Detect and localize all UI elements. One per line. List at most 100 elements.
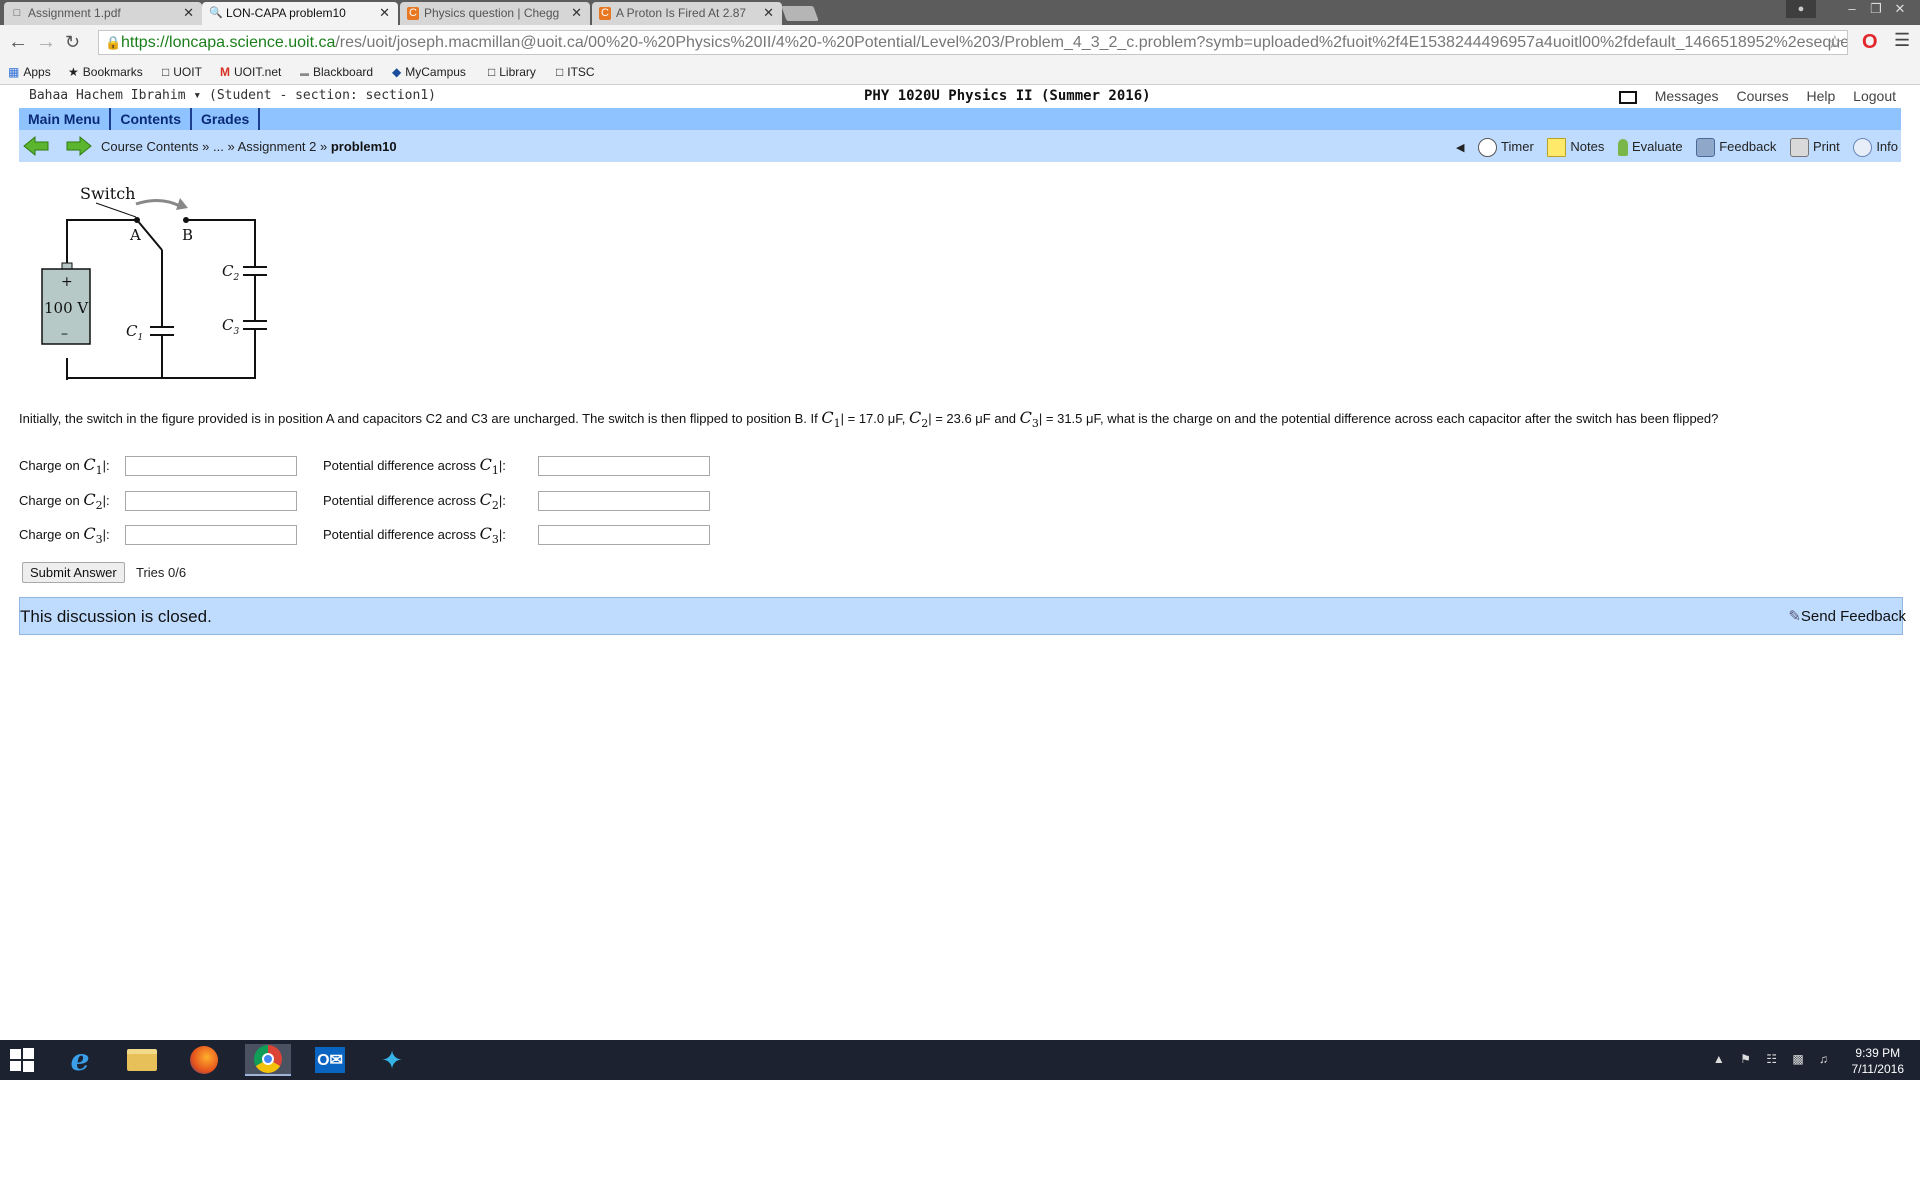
bookmark-bookmarks[interactable]: ★ Bookmarks — [68, 65, 143, 79]
position-a-label: A — [129, 226, 141, 244]
bookmark-uoit[interactable]: □ UOIT — [162, 65, 202, 79]
user-info[interactable]: Bahaa Hachem Ibrahim ▾ (Student - sectio… — [29, 88, 436, 103]
pd-c2-input[interactable] — [538, 491, 710, 511]
breadcrumb: Course Contents » ... » Assignment 2 » p… — [101, 139, 397, 154]
nav-grades[interactable]: Grades — [192, 108, 261, 130]
forward-arrow-icon[interactable]: → — [36, 31, 56, 54]
wire — [186, 219, 256, 267]
pd-c1-input[interactable] — [538, 456, 710, 476]
main-nav: Main Menu Contents Grades — [19, 108, 1901, 130]
document-icon: □ — [13, 7, 21, 19]
tab-label: Physics question | Chegg — [424, 6, 560, 20]
breadcrumb-ellipsis[interactable]: ... » — [213, 139, 235, 154]
shield-icon: ◆ — [392, 65, 402, 79]
circuit-diagram: Switch A B + 100 V – C1 C2 C3 — [41, 184, 267, 380]
previous-arrow-icon[interactable] — [22, 135, 50, 157]
next-arrow-icon[interactable] — [65, 135, 93, 157]
chrome-icon[interactable] — [245, 1044, 291, 1076]
print-tool[interactable]: Print — [1789, 138, 1840, 157]
restore-icon[interactable]: ❐ — [1864, 1, 1888, 17]
collapse-arrow-icon[interactable]: ◀ — [1456, 142, 1464, 154]
question-text: Initially, the switch in the figure prov… — [19, 408, 1719, 431]
close-window-icon[interactable]: ✕ — [1888, 1, 1912, 17]
pd-c3-input[interactable] — [538, 525, 710, 545]
system-tray-icons[interactable]: ▲ ⚑ ☷ ▩ ♫ — [1713, 1052, 1834, 1066]
submit-answer-button[interactable]: Submit Answer — [22, 562, 125, 583]
bookmark-star-icon[interactable]: ☆ — [1827, 31, 1843, 54]
nav-main-menu[interactable]: Main Menu — [19, 108, 112, 130]
battery-minus: – — [61, 326, 68, 342]
taskbar-clock[interactable]: 9:39 PM 7/11/2016 — [1852, 1045, 1905, 1077]
evaluate-tool[interactable]: Evaluate — [1618, 139, 1683, 156]
firefox-icon[interactable] — [184, 1044, 224, 1076]
monitor-icon[interactable] — [1618, 90, 1637, 104]
tab-label: A Proton Is Fired At 2.87 — [616, 6, 747, 20]
feedback-tool[interactable]: Feedback — [1696, 138, 1776, 157]
breadcrumb-course-contents[interactable]: Course Contents » — [101, 139, 209, 154]
close-icon[interactable]: ✕ — [763, 5, 774, 21]
internet-explorer-icon[interactable]: e — [60, 1043, 100, 1078]
answer-row-c2: Charge on C2|: — [19, 490, 110, 513]
bookmark-library[interactable]: □ Library — [488, 65, 536, 79]
user-profile-icon[interactable]: ● — [1786, 0, 1816, 18]
new-tab-button[interactable] — [781, 6, 819, 21]
discussion-bar: This discussion is closed. ✎Send Feedbac… — [19, 597, 1906, 635]
windows-taskbar: e O✉ ✦ ▲ ⚑ ☷ ▩ ♫ 9:39 PM 7/11/2016 — [0, 1040, 1920, 1080]
tries-counter: Tries 0/6 — [136, 565, 187, 580]
bookmark-blackboard[interactable]: ▬ Blackboard — [300, 65, 373, 79]
browser-tab-strip: □ Assignment 1.pdf ✕ 🔍 LON-CAPA problem1… — [0, 0, 1920, 25]
bookmark-mycampus[interactable]: ◆ MyCampus — [392, 65, 466, 79]
info-tool[interactable]: Info — [1853, 138, 1898, 157]
terminal-a — [134, 217, 140, 223]
notes-tool[interactable]: Notes — [1547, 138, 1604, 157]
charge-c3-input[interactable] — [125, 525, 297, 545]
tab-loncapa[interactable]: 🔍 LON-CAPA problem10 ✕ — [202, 2, 398, 25]
reload-icon[interactable]: ↻ — [65, 32, 80, 53]
close-icon[interactable]: ✕ — [571, 5, 582, 21]
printer-icon — [1789, 138, 1809, 157]
timer-tool[interactable]: Timer — [1478, 138, 1534, 157]
breadcrumb-assignment[interactable]: Assignment 2 » — [238, 139, 328, 154]
charge-c2-input[interactable] — [125, 491, 297, 511]
charge-c1-input[interactable] — [125, 456, 297, 476]
help-link[interactable]: Help — [1806, 88, 1835, 104]
bookmark-uoit-net[interactable]: M UOIT.net — [220, 65, 281, 79]
notes-icon — [1547, 138, 1567, 157]
messages-link[interactable]: Messages — [1655, 88, 1719, 104]
bookmarks-bar: ▦ Apps ★ Bookmarks □ UOIT M UOIT.net ▬ Blackb… — [0, 61, 1920, 85]
tab-chegg-question[interactable]: C Physics question | Chegg ✕ — [400, 2, 590, 25]
bookmark-apps[interactable]: ▦ Apps — [8, 65, 51, 79]
close-icon[interactable]: ✕ — [379, 5, 390, 21]
paint-bird-icon[interactable]: ✦ — [372, 1044, 412, 1076]
outlook-icon[interactable]: O✉ — [310, 1044, 350, 1076]
clock-time: 9:39 PM — [1855, 1046, 1901, 1060]
c2-label: C2 — [222, 262, 239, 283]
battery-voltage: 100 V — [44, 299, 89, 317]
minimize-icon[interactable]: – — [1840, 1, 1864, 16]
bookmark-itsc[interactable]: □ ITSC — [556, 65, 595, 79]
courses-link[interactable]: Courses — [1736, 88, 1788, 104]
tool-links: ◀ Timer Notes Evaluate Feedback Print In… — [1456, 138, 1898, 157]
opera-icon[interactable]: O — [1862, 31, 1878, 54]
switch-pointer-line — [95, 202, 137, 218]
url-host: https://loncapa.science.uoit.ca — [121, 34, 336, 51]
tab-assignment-pdf[interactable]: □ Assignment 1.pdf ✕ — [4, 2, 202, 25]
url-input[interactable]: 🔒 https://loncapa.science.uoit.ca/res/uoi… — [98, 30, 1848, 55]
logout-link[interactable]: Logout — [1853, 88, 1896, 104]
tab-label: Assignment 1.pdf — [28, 6, 121, 20]
star-icon: ★ — [68, 65, 79, 79]
chegg-icon: C — [599, 7, 611, 20]
back-arrow-icon[interactable]: ← — [8, 31, 28, 54]
pd-label-c1: Potential difference across C1|: — [323, 455, 506, 478]
windows-start-icon[interactable] — [2, 1044, 42, 1076]
tab-chegg-proton[interactable]: C A Proton Is Fired At 2.87 ✕ — [592, 2, 782, 25]
nav-contents[interactable]: Contents — [111, 108, 193, 130]
file-explorer-icon[interactable] — [122, 1044, 162, 1076]
url-path: /res/uoit/joseph.macmillan@uoit.ca/00%20… — [335, 34, 1848, 51]
stopwatch-icon — [1478, 138, 1498, 157]
info-icon — [1853, 138, 1873, 157]
send-feedback-link[interactable]: ✎Send Feedback — [1788, 607, 1906, 625]
menu-icon[interactable]: ☰ — [1894, 30, 1910, 51]
pd-label-c3: Potential difference across C3|: — [323, 524, 506, 547]
close-icon[interactable]: ✕ — [183, 5, 194, 21]
